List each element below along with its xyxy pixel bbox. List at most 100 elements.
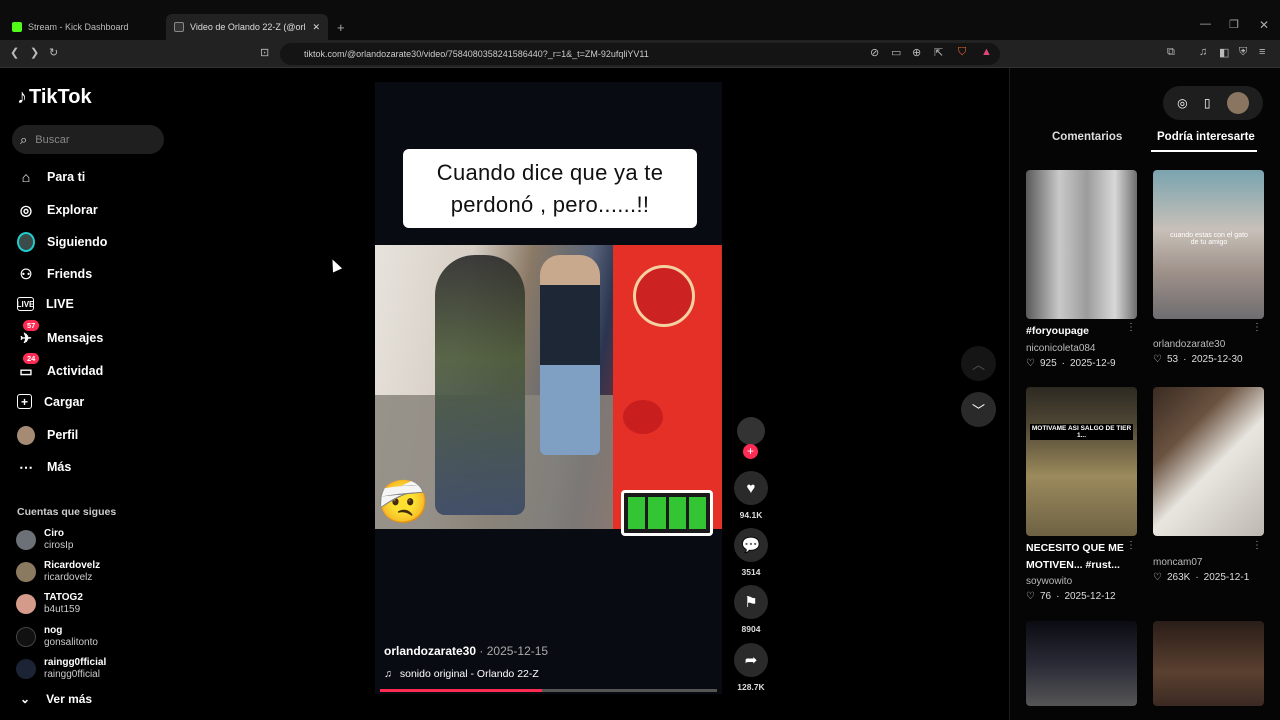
vpn-icon[interactable]: ⛨ (1239, 46, 1247, 59)
tab-podria-interesarte[interactable]: Podría interesarte (1157, 131, 1255, 143)
browser-tab-bar: Stream - Kick Dashboard Video de Orlando… (0, 0, 1280, 40)
upload-icon: + (17, 394, 32, 409)
followed-account[interactable]: nog gonsalitonto (16, 625, 98, 649)
card-author[interactable]: soywowito (1026, 576, 1072, 587)
tab-comentarios[interactable]: Comentarios (1052, 131, 1122, 143)
phone-icon[interactable]: ▯ (1204, 96, 1211, 110)
music-icon[interactable]: ♫ (1199, 46, 1207, 58)
video-thumbnail[interactable] (1026, 621, 1137, 706)
nav-label: LIVE (46, 297, 74, 311)
video-sound[interactable]: ♫ sonido original - Orlando 22-Z (384, 668, 539, 680)
tiktok-logo[interactable]: ♪ TikTok (17, 86, 92, 109)
new-tab-button[interactable]: + (337, 20, 345, 35)
nav-live[interactable]: LIVE LIVE (17, 297, 74, 311)
forward-icon[interactable]: ❯ (30, 46, 39, 59)
restore-icon[interactable]: ❐ (1229, 18, 1239, 31)
video-thumbnail[interactable] (1026, 170, 1137, 319)
followed-account[interactable]: raingg0fficial raingg0fficial (16, 657, 106, 681)
share-button[interactable]: ➦ 128.7K (733, 643, 769, 692)
user-avatar[interactable] (1226, 92, 1249, 114)
next-video-button[interactable]: ﹀ (961, 392, 996, 427)
brave-shield-icon[interactable]: ⛉ (958, 46, 966, 59)
creator-avatar[interactable] (737, 417, 765, 445)
share-arrow-icon: ➦ (734, 643, 768, 677)
nav-friends[interactable]: ⚇ Friends (17, 265, 92, 283)
see-more-label: Ver más (46, 692, 93, 706)
more-options-icon[interactable]: ⋮ (1252, 322, 1262, 333)
kick-favicon-icon (12, 22, 22, 32)
browser-tab-kick[interactable]: Stream - Kick Dashboard (4, 14, 164, 40)
rewards-icon[interactable]: ▲ (981, 46, 992, 58)
card-author[interactable]: niconicoleta084 (1026, 343, 1096, 354)
bookmark-icon[interactable]: ⊡ (260, 46, 269, 59)
nav-explorar[interactable]: ◎ Explorar (17, 201, 98, 219)
nav-label: Siguiendo (47, 235, 108, 249)
menu-icon[interactable]: ≡ (1259, 46, 1265, 58)
nav-actividad[interactable]: ▭ 24 Actividad (17, 353, 103, 380)
card-author[interactable]: moncam07 (1153, 557, 1202, 568)
compass-icon[interactable]: ◎ (1177, 96, 1187, 110)
search-input[interactable]: ⌕ Buscar (12, 125, 164, 154)
browser-tab-tiktok[interactable]: Video de Orlando 22-Z (@orlanc ✕ (166, 14, 328, 40)
card-date: 2025-12-9 (1070, 358, 1116, 369)
cast-icon[interactable]: ▭ (891, 46, 901, 59)
follow-button[interactable]: + (743, 444, 758, 459)
minimize-icon[interactable]: — (1200, 18, 1211, 30)
reload-icon[interactable]: ↻ (49, 46, 58, 59)
search-placeholder: Buscar (35, 133, 70, 146)
boxing-machine (613, 245, 721, 529)
video-author[interactable]: orlandozarate30 · 2025-12-15 (384, 644, 548, 658)
video-thumbnail[interactable]: MOTIVAME ASI SALGO DE TIER 1... (1026, 387, 1137, 536)
video-player[interactable]: Cuando dice que ya te perdonó , pero....… (375, 82, 722, 694)
like-button[interactable]: ♥ 94.1K (733, 471, 769, 520)
nav-siguiendo[interactable]: Siguiendo (17, 232, 108, 252)
nav-label: Cargar (44, 394, 85, 409)
video-thumbnail[interactable] (1153, 621, 1264, 706)
previous-video-button[interactable]: ︿ (961, 346, 996, 381)
followed-account[interactable]: Ricardovelz ricardovelz (16, 560, 100, 584)
heart-icon: ♡ (1026, 591, 1035, 602)
close-window-icon[interactable]: ✕ (1259, 18, 1269, 32)
more-options-icon[interactable]: ⋮ (1252, 540, 1262, 551)
search-icon: ⌕ (20, 131, 28, 147)
followed-account[interactable]: Ciro cirosIp (16, 528, 73, 552)
card-author[interactable]: orlandozarate30 (1153, 339, 1225, 350)
address-bar-row: ❮ ❯ ↻ ⊡ tiktok.com/@orlandozarate30/vide… (0, 40, 1280, 68)
save-button[interactable]: ⚑ 8904 (733, 585, 769, 634)
nav-mensajes[interactable]: ✈ 57 Mensajes (17, 320, 104, 347)
close-tab-icon[interactable]: ✕ (312, 22, 320, 33)
back-icon[interactable]: ❮ (10, 46, 19, 59)
comment-button[interactable]: 💬 3514 (733, 528, 769, 577)
card-date: 2025-12-1 (1203, 572, 1250, 583)
nav-para-ti[interactable]: ⌂ Para ti (17, 168, 85, 186)
bandaged-face-emoji-icon: 🤕 (377, 478, 430, 525)
followed-account[interactable]: TATOG2 b4ut159 (16, 592, 83, 616)
see-more-button[interactable]: ⌄ Ver más (20, 692, 92, 706)
card-title[interactable]: #foryoupage (1026, 323, 1089, 340)
heart-icon: ♡ (1153, 572, 1162, 583)
no-tracking-icon[interactable]: ⊘ (870, 46, 879, 59)
friends-icon: ⚇ (19, 265, 33, 282)
chevron-up-icon: ︿ (971, 357, 985, 372)
nav-cargar[interactable]: + Cargar (17, 394, 84, 409)
tab-title: Video de Orlando 22-Z (@orlanc (190, 22, 306, 32)
screenshot-icon[interactable]: ⧉ (1167, 46, 1175, 59)
card-date: 2025-12-12 (1064, 591, 1116, 602)
avatar (16, 627, 36, 647)
account-name: raingg0fficial (44, 657, 107, 668)
nav-mas[interactable]: ⋯ Más (17, 458, 71, 476)
heart-icon: ♡ (1026, 358, 1035, 369)
video-thumbnail[interactable] (1153, 387, 1264, 536)
video-progress-bar[interactable] (380, 689, 717, 692)
separator: · (1195, 572, 1199, 583)
nav-label: Mensajes (47, 331, 104, 345)
nav-perfil[interactable]: Perfil (17, 425, 78, 445)
more-options-icon[interactable]: ⋮ (1126, 540, 1136, 551)
video-thumbnail[interactable]: cuando estas con el gato de tu amigo (1153, 170, 1264, 319)
card-title[interactable]: NECESITO QUE ME MOTIVEN... #rust... (1026, 540, 1126, 574)
more-options-icon[interactable]: ⋮ (1126, 322, 1136, 333)
sidebar-toggle-icon[interactable]: ◧ (1219, 46, 1229, 59)
share-icon[interactable]: ⇱ (934, 46, 943, 59)
zoom-icon[interactable]: ⊕ (912, 46, 921, 59)
separator: · (1056, 591, 1060, 602)
